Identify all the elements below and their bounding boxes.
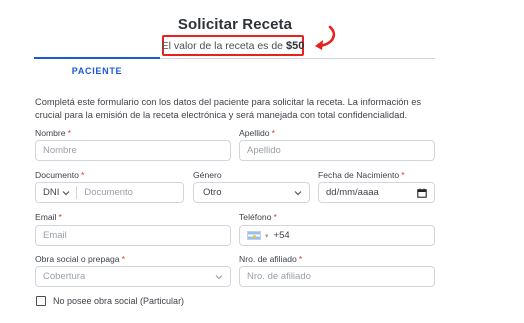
genero-select[interactable]: Otro: [193, 182, 310, 203]
curved-arrow-icon: [315, 25, 336, 50]
apellido-label: Apellido *: [239, 128, 275, 138]
fecha-label-text: Fecha de Nacimiento: [318, 170, 400, 180]
price-notice: El valor de la receta es de $50: [162, 35, 304, 56]
documento-input-group: DNI Documento: [35, 182, 184, 203]
price-text: El valor de la receta es de: [161, 39, 284, 52]
required-mark: *: [80, 170, 85, 180]
afiliado-placeholder: Nro. de afiliado: [247, 271, 311, 282]
intro-text: Completá este formulario con los datos d…: [35, 97, 422, 120]
document-type-select[interactable]: DNI: [36, 183, 78, 202]
telefono-label: Teléfono *: [239, 212, 277, 222]
price-amount: $50: [286, 39, 305, 52]
chevron-down-icon: [294, 191, 302, 196]
fecha-nacimiento-input[interactable]: dd/mm/aaaa: [318, 182, 435, 203]
documento-input[interactable]: Documento: [77, 187, 133, 198]
required-mark: *: [273, 212, 277, 222]
required-mark: *: [298, 254, 303, 264]
tab-paciente[interactable]: PACIENTE: [34, 66, 160, 76]
apellido-label-text: Apellido: [239, 128, 270, 138]
nombre-label-text: Nombre: [35, 128, 66, 138]
documento-label-text: Documento: [35, 170, 79, 180]
telefono-input[interactable]: ▾ +54: [239, 225, 435, 246]
chevron-down-icon: [62, 190, 70, 195]
apellido-input[interactable]: Apellido: [239, 140, 435, 161]
page-title: Solicitar Receta: [177, 16, 293, 33]
required-mark: *: [121, 254, 125, 264]
document-type-value: DNI: [43, 187, 60, 198]
apellido-placeholder: Apellido: [247, 145, 281, 156]
fecha-placeholder: dd/mm/aaaa: [326, 187, 379, 198]
argentina-flag-icon[interactable]: [247, 231, 261, 240]
documento-label: Documento *: [35, 170, 84, 180]
no-obra-social-checkbox[interactable]: [36, 296, 46, 306]
email-label: Email *: [35, 212, 62, 222]
email-input[interactable]: Email: [35, 225, 231, 246]
genero-value: Otro: [203, 187, 222, 198]
chevron-down-icon: [215, 275, 223, 280]
afiliado-label-text: Nro. de afiliado: [239, 254, 297, 264]
required-mark: *: [401, 170, 405, 180]
required-mark: *: [67, 128, 71, 138]
nombre-placeholder: Nombre: [43, 145, 77, 156]
obra-social-label-text: Obra social o prepaga: [35, 254, 120, 264]
fecha-label: Fecha de Nacimiento *: [318, 170, 405, 180]
nombre-input[interactable]: Nombre: [35, 140, 231, 161]
required-mark: *: [271, 128, 275, 138]
required-mark: *: [58, 212, 62, 222]
no-obra-social-label[interactable]: No posee obra social (Particular): [53, 296, 184, 306]
email-placeholder: Email: [43, 230, 67, 241]
nombre-label: Nombre *: [35, 128, 71, 138]
email-label-text: Email: [35, 212, 57, 222]
tab-divider: [160, 58, 435, 59]
afiliado-input[interactable]: Nro. de afiliado: [239, 266, 435, 287]
genero-label: Género: [193, 170, 222, 180]
obra-social-label: Obra social o prepaga *: [35, 254, 125, 264]
tab-active-indicator: [34, 57, 160, 59]
obra-social-placeholder: Cobertura: [43, 271, 86, 282]
telefono-value: +54: [273, 230, 290, 241]
obra-social-select[interactable]: Cobertura: [35, 266, 231, 287]
telefono-label-text: Teléfono: [239, 212, 272, 222]
afiliado-label: Nro. de afiliado *: [239, 254, 302, 264]
calendar-icon[interactable]: [417, 188, 427, 198]
